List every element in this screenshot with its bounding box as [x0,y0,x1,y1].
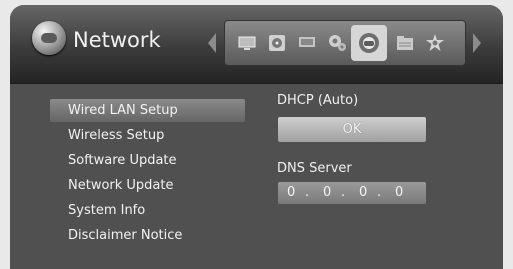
menu-item-wired-lan-setup[interactable]: Wired LAN Setup [50,99,245,122]
menu-item-network-update[interactable]: Network Update [50,174,245,197]
menu-item-system-info[interactable]: System Info [50,199,245,222]
dhcp-label: DHCP (Auto) [277,93,359,108]
dns-separator: . [305,185,310,200]
dns-octet-4[interactable]: 0 [395,182,403,204]
dns-separator: . [377,185,382,200]
right-arrow-icon[interactable] [473,33,481,53]
dns-server-label: DNS Server [277,161,352,176]
header-bar: Network [10,5,503,84]
menu-item-software-update[interactable]: Software Update [50,149,245,172]
settings-menu: Wired LAN Setup Wireless Setup Software … [50,93,250,269]
menu-item-disclaimer-notice[interactable]: Disclaimer Notice [50,224,245,247]
left-arrow-icon[interactable] [208,33,216,53]
ok-button[interactable]: OK [278,117,426,142]
dns-octet-2[interactable]: 0 [323,182,331,204]
dns-separator: . [341,185,346,200]
page-title: Network [73,28,161,52]
dns-octet-1[interactable]: 0 [287,182,295,204]
network-globe-icon[interactable] [351,25,387,61]
tv-icon[interactable] [237,33,257,53]
star-gear-icon[interactable] [425,33,445,53]
folder-icon[interactable] [395,33,415,53]
display-icon[interactable] [297,33,317,53]
network-settings-screen: Network Wired LAN Setup Wireless Setup S… [10,5,503,269]
dns-octet-3[interactable]: 0 [359,182,367,204]
settings-category-bar [224,20,466,66]
network-globe-icon [32,21,66,55]
settings-gear-icon[interactable] [327,33,347,53]
menu-item-wireless-setup[interactable]: Wireless Setup [50,124,245,147]
disc-icon[interactable] [267,33,287,53]
dns-server-field[interactable]: 0 . 0 . 0 . 0 [278,182,426,204]
